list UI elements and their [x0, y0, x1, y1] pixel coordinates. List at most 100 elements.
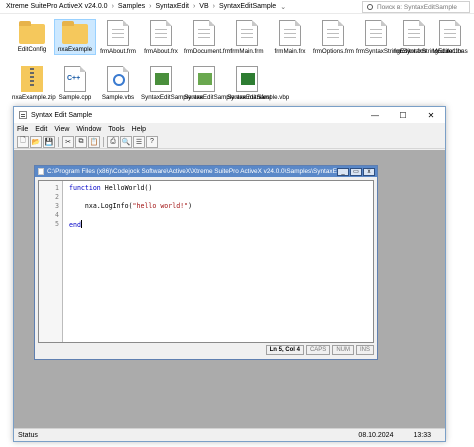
file-name: frmSyntaxStringEditor.frx — [394, 48, 463, 55]
text-file-icon — [193, 20, 215, 46]
code-editor[interactable]: 1 2 3 4 5 function HelloWorld() nxa.LogI… — [38, 180, 374, 343]
line-number: 1 — [55, 184, 59, 192]
code-string: "hello world!" — [132, 202, 189, 210]
menu-tools[interactable]: Tools — [108, 126, 124, 133]
about-icon[interactable]: ? — [146, 135, 158, 148]
status-time: 13:33 — [413, 431, 431, 439]
child-close-button[interactable]: x — [363, 167, 375, 176]
text-file-icon — [236, 20, 258, 46]
code-text: ) — [188, 202, 193, 210]
save-icon[interactable]: 💾 — [43, 135, 55, 148]
file-name: SyntaxEditSample.exe.manifest — [184, 94, 272, 101]
text-file-icon — [279, 20, 301, 46]
menu-view[interactable]: View — [54, 126, 69, 133]
file-item[interactable]: SyntaxEditSample.vbp — [227, 66, 289, 102]
cursor-position: Ln 5, Col 4 — [265, 345, 304, 355]
cut-icon[interactable]: ✂ — [62, 135, 74, 148]
file-item[interactable]: frmMain.frm — [227, 20, 267, 56]
window-title: Syntax Edit Sample — [31, 111, 93, 119]
file-name: Module1.bas — [432, 48, 468, 55]
breadcrumb-item-2[interactable]: Samples — [118, 3, 145, 10]
child-titlebar[interactable]: C:\Program Files (x86)\Codejock Software… — [35, 166, 377, 177]
file-name: nxaExample.zip — [12, 94, 56, 101]
open-icon[interactable]: 📂 — [30, 135, 42, 148]
address-bar[interactable]: Xtreme SuitePro ActiveX v24.0.0 › Sample… — [0, 0, 474, 14]
print-icon[interactable]: ⎙ — [107, 135, 119, 148]
mdi-client-area: C:\Program Files (x86)\Codejock Software… — [14, 150, 445, 428]
caps-indicator: CAPS — [305, 345, 331, 355]
file-name: SyntaxEditSample.exe — [141, 94, 204, 101]
properties-icon[interactable]: ☰ — [133, 135, 145, 148]
vb-project-icon — [236, 66, 258, 92]
file-item[interactable]: Module1.bas — [430, 20, 470, 56]
window-titlebar[interactable]: Syntax Edit Sample — ☐ ✕ — [14, 107, 445, 123]
file-item[interactable]: C++ Sample.cpp — [55, 66, 95, 102]
file-name: frmOptions.frm — [313, 48, 354, 55]
code-text: HelloWorld() — [100, 184, 153, 192]
minimize-button[interactable]: — — [361, 107, 389, 123]
line-number: 2 — [55, 193, 59, 201]
code-text: nxa.LogInfo( — [69, 202, 133, 210]
file-item[interactable]: frmSyntaxStringEditor.frx — [394, 20, 463, 56]
line-number-gutter: 1 2 3 4 5 — [39, 181, 63, 342]
line-number: 5 — [55, 220, 59, 228]
maximize-button[interactable]: ☐ — [389, 107, 417, 123]
editor-status-bar: Ln 5, Col 4 CAPS NUM INS — [38, 345, 374, 356]
breadcrumb-item-1[interactable]: Xtreme SuitePro ActiveX v24.0.0 — [6, 3, 108, 10]
file-item[interactable]: SyntaxEditSample.exe — [141, 66, 204, 102]
file-item[interactable]: frmOptions.frm — [313, 20, 354, 56]
file-item[interactable]: EditConfig — [12, 20, 52, 54]
breadcrumb-item-5[interactable]: SyntaxEditSample — [219, 3, 276, 10]
text-file-icon — [107, 20, 129, 46]
copy-icon[interactable]: ⧉ — [75, 135, 87, 148]
paste-icon[interactable]: 📋 — [88, 135, 100, 148]
folder-icon — [19, 21, 45, 44]
file-item[interactable]: nxaExample — [54, 19, 96, 55]
exe-file-icon — [150, 66, 172, 92]
search-input[interactable]: Поиск в: SyntaxEditSample — [362, 1, 470, 13]
vbscript-file-icon — [107, 66, 129, 92]
toolbar: 🗋 📂 💾 ✂ ⧉ 📋 ⎙ 🔍 ☰ ? — [14, 135, 445, 149]
file-item[interactable]: SyntaxEditSample.exe.manifest — [184, 66, 272, 102]
find-icon[interactable]: 🔍 — [120, 135, 132, 148]
text-file-icon — [439, 20, 461, 46]
file-name: frmMain.frx — [274, 48, 306, 55]
status-date: 08.10.2024 — [358, 431, 394, 439]
num-indicator: NUM — [332, 345, 354, 355]
file-item[interactable]: frmMain.frx — [270, 20, 310, 56]
folder-icon — [62, 21, 88, 44]
cpp-file-icon: C++ — [64, 66, 86, 92]
file-item[interactable]: frmAbout.frx — [141, 20, 181, 56]
child-title: C:\Program Files (x86)\Codejock Software… — [47, 168, 337, 175]
file-item[interactable]: frmDocument.frm — [184, 20, 232, 56]
menu-edit[interactable]: Edit — [35, 126, 47, 133]
menu-window[interactable]: Window — [76, 126, 101, 133]
chevron-down-icon[interactable]: ⌄ — [280, 3, 286, 11]
file-name: frmSyntaxStringEditor.frm — [356, 48, 427, 55]
file-name: frmAbout.frx — [144, 48, 178, 55]
search-placeholder: Поиск в: SyntaxEditSample — [377, 3, 457, 11]
menu-help[interactable]: Help — [132, 126, 146, 133]
text-file-icon — [322, 20, 344, 46]
close-button[interactable]: ✕ — [417, 107, 445, 123]
new-icon[interactable]: 🗋 — [17, 135, 29, 148]
text-file-icon — [365, 20, 387, 46]
menu-bar: File Edit View Window Tools Help — [14, 123, 445, 135]
breadcrumb-item-4[interactable]: VB — [199, 3, 208, 10]
chevron-right-icon: › — [149, 3, 152, 10]
child-restore-button[interactable]: ▭ — [350, 167, 362, 176]
desktop-screenshot: Xtreme SuitePro ActiveX v24.0.0 › Sample… — [0, 0, 474, 447]
file-item[interactable]: frmSyntaxStringEditor.frm — [356, 20, 427, 56]
code-keyword: end — [69, 221, 81, 229]
child-minimize-button[interactable]: _ — [337, 167, 349, 176]
file-item[interactable]: Sample.vbs — [98, 66, 138, 102]
editor-child-window: C:\Program Files (x86)\Codejock Software… — [34, 165, 378, 360]
file-item[interactable]: frmAbout.frm — [98, 20, 138, 56]
file-name: nxaExample — [57, 46, 93, 53]
breadcrumb-item-3[interactable]: SyntaxEdit — [155, 3, 188, 10]
zip-archive-icon — [21, 66, 43, 92]
line-number: 3 — [55, 202, 59, 210]
line-number: 4 — [55, 211, 59, 219]
file-item[interactable]: nxaExample.zip — [12, 66, 56, 102]
menu-file[interactable]: File — [17, 126, 28, 133]
